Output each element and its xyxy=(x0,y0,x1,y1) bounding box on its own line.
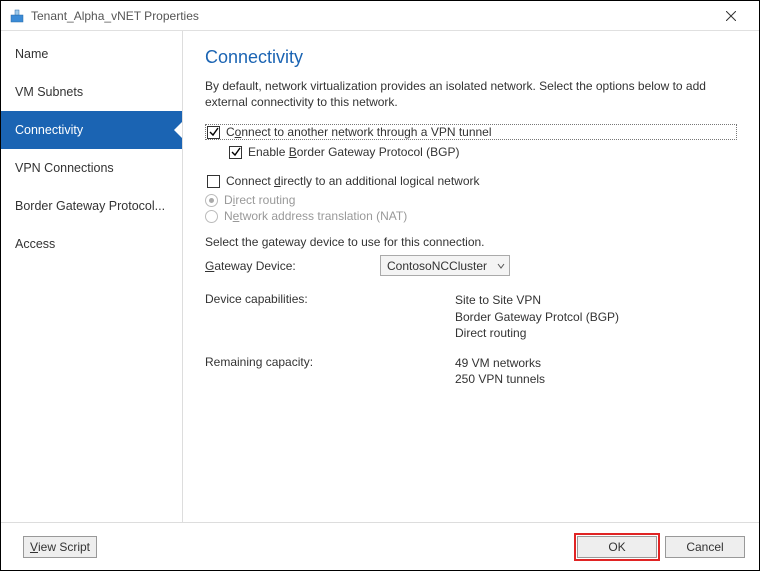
sidebar-item-vm-subnets[interactable]: VM Subnets xyxy=(1,73,182,111)
footer: View Script OK Cancel xyxy=(1,522,759,570)
enable-bgp-label: Enable Border Gateway Protocol (BGP) xyxy=(248,145,459,159)
sidebar: Name VM Subnets Connectivity VPN Connect… xyxy=(1,31,183,522)
checkbox-icon xyxy=(207,126,220,139)
checkbox-icon xyxy=(207,175,220,188)
close-icon xyxy=(726,11,736,21)
sidebar-item-bgp[interactable]: Border Gateway Protocol... xyxy=(1,187,182,225)
radio-icon xyxy=(205,210,218,223)
gateway-prompt: Select the gateway device to use for thi… xyxy=(205,235,737,249)
device-capabilities-label: Device capabilities: xyxy=(205,292,455,341)
device-capabilities-row: Device capabilities: Site to Site VPN Bo… xyxy=(205,292,737,341)
gateway-device-label: Gateway Device: xyxy=(205,259,380,273)
close-button[interactable] xyxy=(711,2,751,30)
connectivity-panel: Connectivity By default, network virtual… xyxy=(183,31,759,522)
radio-icon xyxy=(205,194,218,207)
ok-button[interactable]: OK xyxy=(577,536,657,558)
sidebar-item-access[interactable]: Access xyxy=(1,225,182,263)
page-description: By default, network virtualization provi… xyxy=(205,78,737,110)
app-icon xyxy=(9,8,25,24)
chevron-down-icon xyxy=(497,259,505,273)
nat-label: Network address translation (NAT) xyxy=(224,209,407,223)
sidebar-item-vpn-connections[interactable]: VPN Connections xyxy=(1,149,182,187)
vpn-tunnel-label: Connect to another network through a VPN… xyxy=(226,125,492,139)
vpn-tunnel-checkbox[interactable]: Connect to another network through a VPN… xyxy=(205,124,737,140)
titlebar: Tenant_Alpha_vNET Properties xyxy=(1,1,759,31)
sidebar-item-name[interactable]: Name xyxy=(1,35,182,73)
connect-directly-label: Connect directly to an additional logica… xyxy=(226,174,480,188)
gateway-device-dropdown[interactable]: ContosoNCCluster xyxy=(380,255,510,276)
checkbox-icon xyxy=(229,146,242,159)
gateway-device-value: ContosoNCCluster xyxy=(387,259,487,273)
gateway-device-row: Gateway Device: ContosoNCCluster xyxy=(205,255,737,276)
window-title: Tenant_Alpha_vNET Properties xyxy=(31,9,711,23)
cancel-button[interactable]: Cancel xyxy=(665,536,745,558)
sidebar-item-connectivity[interactable]: Connectivity xyxy=(1,111,182,149)
remaining-capacity-value: 49 VM networks 250 VPN tunnels xyxy=(455,355,545,387)
connect-directly-checkbox[interactable]: Connect directly to an additional logica… xyxy=(205,173,737,189)
nat-radio[interactable]: Network address translation (NAT) xyxy=(205,209,737,223)
remaining-capacity-label: Remaining capacity: xyxy=(205,355,455,387)
view-script-button[interactable]: View Script xyxy=(23,536,97,558)
enable-bgp-checkbox[interactable]: Enable Border Gateway Protocol (BGP) xyxy=(227,144,737,160)
content-area: Name VM Subnets Connectivity VPN Connect… xyxy=(1,31,759,522)
direct-routing-radio[interactable]: Direct routing xyxy=(205,193,737,207)
direct-routing-label: Direct routing xyxy=(224,193,295,207)
remaining-capacity-row: Remaining capacity: 49 VM networks 250 V… xyxy=(205,355,737,387)
page-title: Connectivity xyxy=(205,47,737,68)
device-capabilities-value: Site to Site VPN Border Gateway Protcol … xyxy=(455,292,619,341)
